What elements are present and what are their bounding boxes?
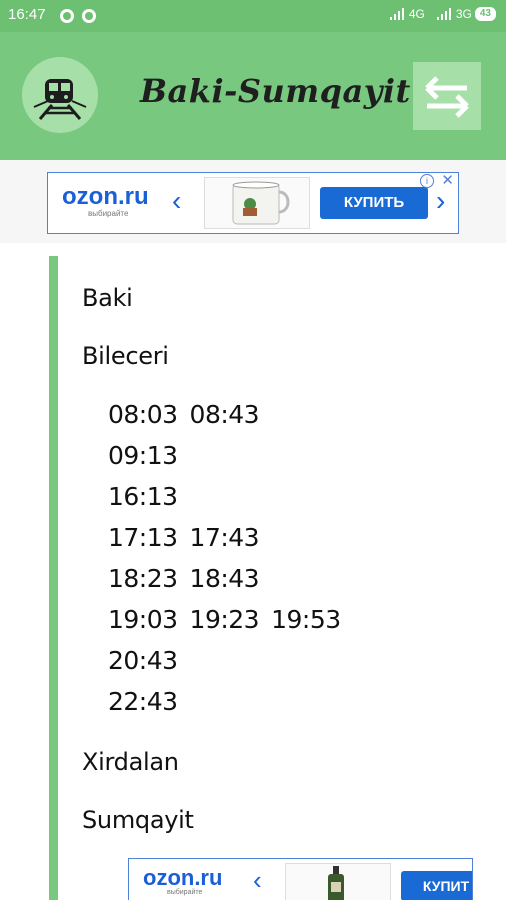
station-label: Sumqayit [82, 806, 194, 834]
app-logo [22, 57, 98, 133]
signal-icon [389, 8, 406, 20]
ad-info-icon[interactable]: i [420, 174, 434, 188]
signal-icon [436, 8, 453, 20]
departure-time: 17:43 [189, 523, 260, 552]
notification-icon [82, 9, 96, 23]
train-icon [33, 79, 87, 120]
ad-product-image [204, 177, 310, 229]
status-time: 16:47 [8, 6, 46, 23]
ad-buy-button[interactable]: КУПИТЬ [320, 187, 428, 219]
swap-direction-button[interactable] [413, 62, 481, 130]
time-row: 18:23 18:43 [108, 564, 271, 593]
time-row: 16:13 [108, 482, 190, 511]
departure-time: 17:13 [108, 523, 178, 552]
departure-time: 22:43 [108, 687, 178, 716]
ad-brand: ozon.ru [62, 183, 149, 210]
top-ad-area: ozon.ru выбирайте ‹ КУПИТЬ › i ✕ [0, 160, 506, 243]
close-icon[interactable]: ✕ [441, 171, 454, 189]
bottom-ad-banner[interactable]: ozon.ru выбирайте ‹ КУПИТ [128, 858, 473, 900]
app-bar: Baki-Sumqayit [0, 32, 506, 160]
time-row: 08:03 08:43 [108, 400, 271, 429]
departure-time: 20:43 [108, 646, 178, 675]
ad-buy-button[interactable]: КУПИТ [401, 871, 472, 900]
ad-tagline: выбирайте [88, 209, 129, 218]
time-row: 22:43 [108, 687, 190, 716]
departure-time: 09:13 [108, 441, 178, 470]
swap-arrows-icon [425, 76, 469, 118]
station-label: Bileceri [82, 342, 169, 370]
station-label: Xirdalan [82, 748, 179, 776]
departure-time: 08:03 [108, 400, 178, 429]
ad-product-image [285, 863, 391, 900]
content-accent-bar [49, 256, 58, 900]
time-row: 17:13 17:43 [108, 523, 271, 552]
notification-icon [60, 9, 74, 23]
chevron-right-icon[interactable]: › [436, 185, 445, 217]
mug-icon [232, 181, 290, 225]
departure-time: 19:03 [108, 605, 178, 634]
time-row: 19:03 19:23 19:53 [108, 605, 353, 634]
network-type-1: 4G [408, 7, 425, 21]
battery-icon: 43 [474, 7, 496, 21]
departure-time: 18:43 [189, 564, 260, 593]
app-title: Baki-Sumqayit [140, 72, 411, 110]
bottle-icon [328, 866, 344, 900]
departure-time: 18:23 [108, 564, 178, 593]
chevron-left-icon[interactable]: ‹ [172, 185, 181, 217]
status-bar: 16:47 4G 3G 43 [0, 0, 506, 32]
chevron-left-icon[interactable]: ‹ [253, 865, 262, 896]
departure-time: 08:43 [189, 400, 260, 429]
ad-banner[interactable]: ozon.ru выбирайте ‹ КУПИТЬ › i ✕ [47, 172, 459, 234]
ad-brand: ozon.ru [143, 865, 223, 890]
ad-tagline: выбирайте [167, 889, 203, 896]
status-indicators: 4G 3G 43 [389, 7, 496, 21]
departure-time: 19:23 [189, 605, 260, 634]
departure-time: 19:53 [271, 605, 341, 634]
time-row: 09:13 [108, 441, 190, 470]
time-row: 20:43 [108, 646, 190, 675]
network-type-2: 3G [455, 7, 472, 21]
station-label: Baki [82, 284, 133, 312]
departure-time: 16:13 [108, 482, 178, 511]
